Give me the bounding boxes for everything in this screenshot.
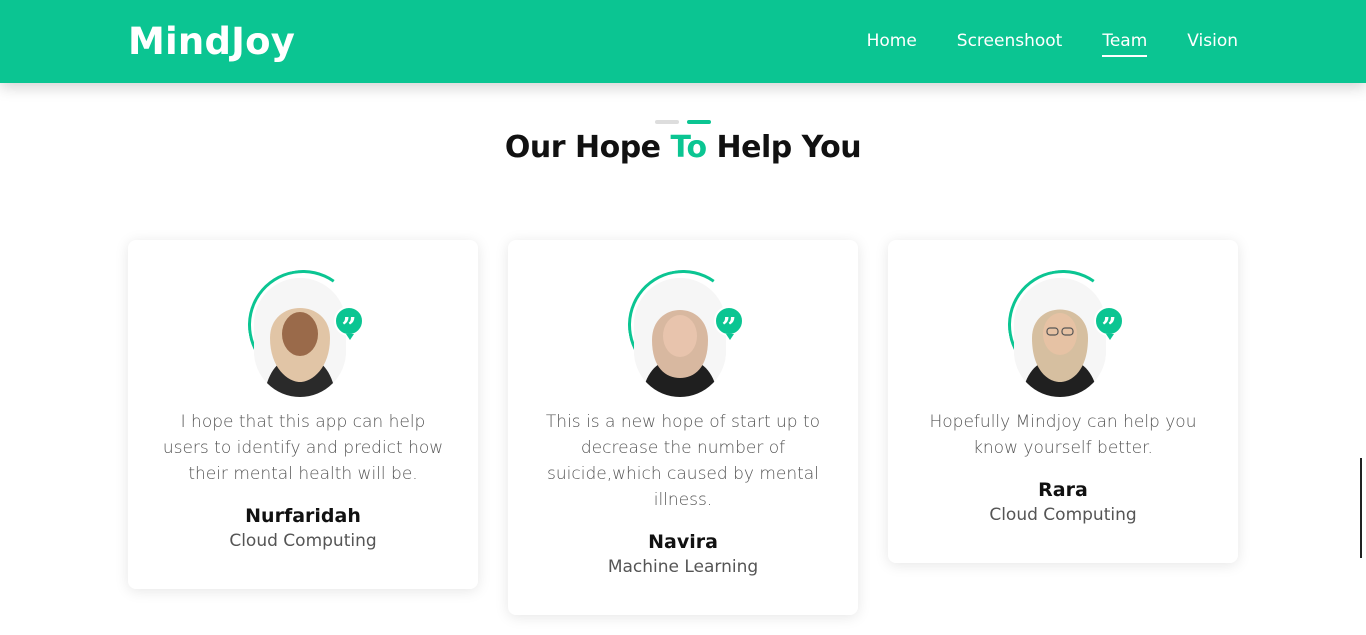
title-accent: To [670, 130, 707, 165]
member-name: Navira [648, 531, 718, 553]
navbar: MindJoy Home Screenshoot Team Vision [0, 0, 1366, 83]
testimonial-text: I hope that this app can help users to i… [162, 412, 444, 484]
testimonial-text: This is a new hope of start up to decrea… [545, 412, 821, 510]
quote-icon-tail [346, 334, 354, 340]
nav-screenshoot[interactable]: Screenshoot [957, 31, 1063, 57]
nav-home[interactable]: Home [867, 31, 917, 57]
member-name: Rara [1038, 479, 1088, 501]
quote-icon: ” [1094, 306, 1124, 343]
avatar [254, 278, 346, 397]
testimonial-card: ” Hopefully Mindjoy can help you know yo… [888, 240, 1238, 563]
member-role: Machine Learning [607, 557, 759, 577]
member-name: Nurfaridah [245, 505, 361, 527]
title-part-1: Our Hope [504, 130, 671, 165]
avatar [1014, 278, 1106, 397]
avatar-group: ” [239, 261, 367, 397]
member-role: Cloud Computing [229, 531, 377, 551]
section-header: Our Hope To Help You [0, 120, 1366, 165]
section-title: Our Hope To Help You [0, 130, 1366, 165]
quote-icon: ” [714, 306, 744, 343]
avatar-group: ” [999, 261, 1127, 397]
avatar [634, 278, 726, 397]
testimonial-card: ” I hope that this app can help users to… [128, 240, 478, 589]
testimonial-text: Hopefully Mindjoy can help you know your… [929, 412, 1197, 458]
quote-icon-tail [1106, 334, 1114, 340]
testimonial-card: ” This is a new hope of start up to decr… [508, 240, 858, 615]
dash-decoration [655, 120, 679, 124]
member-role: Cloud Computing [989, 505, 1137, 525]
title-part-2: Help You [706, 130, 862, 165]
quote-icon: ” [334, 306, 364, 343]
dash-decoration [687, 120, 711, 124]
title-decoration [0, 120, 1366, 124]
nav-team[interactable]: Team [1102, 31, 1147, 57]
quote-icon-tail [726, 334, 734, 340]
brand-logo[interactable]: MindJoy [128, 20, 295, 63]
nav-vision[interactable]: Vision [1187, 31, 1238, 57]
main-nav: Home Screenshoot Team Vision [867, 31, 1238, 57]
scrollbar-thumb[interactable] [1360, 458, 1362, 558]
avatar-group: ” [619, 261, 747, 397]
